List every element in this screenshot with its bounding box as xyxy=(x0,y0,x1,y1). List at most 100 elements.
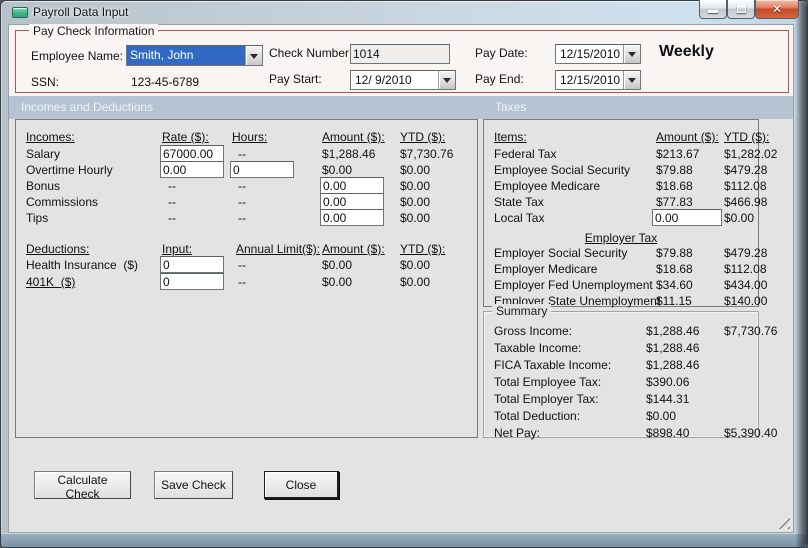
local-tax-input[interactable] xyxy=(652,209,722,226)
chevron-down-icon[interactable] xyxy=(623,45,640,63)
tax-row-label: Employer Fed Unemployment xyxy=(494,278,653,292)
net-pay-ytd: $5,390.40 xyxy=(724,426,778,440)
pay-date-datepicker[interactable]: 12/15/2010 xyxy=(555,44,641,64)
pay-end-label: Pay End: xyxy=(475,72,524,86)
tax-row-label: Local Tax xyxy=(494,211,545,225)
tips-amount-input[interactable] xyxy=(320,209,384,226)
employer-medicare-ytd: $112.08 xyxy=(724,262,767,276)
employer-state-unemployment-ytd: $140.00 xyxy=(724,294,768,308)
minimize-button[interactable] xyxy=(699,0,727,19)
health-insurance-input[interactable] xyxy=(160,256,224,273)
401k-input[interactable] xyxy=(160,273,224,290)
bonus-rate: -- xyxy=(168,179,176,193)
summary-row-label: Total Employer Tax: xyxy=(494,392,599,406)
close-check-button[interactable]: Close xyxy=(264,471,339,499)
commissions-amount-input[interactable] xyxy=(320,193,384,210)
pay-date-value: 12/15/2010 xyxy=(560,47,621,61)
commissions-rate: -- xyxy=(168,195,176,209)
section-band: Incomes and Deductions Taxes xyxy=(9,96,793,119)
overtime-hours-input[interactable] xyxy=(230,161,294,178)
maximize-button[interactable] xyxy=(727,0,755,19)
401k-ytd: $0.00 xyxy=(400,275,431,289)
chevron-down-icon[interactable] xyxy=(438,71,455,89)
calculate-check-button[interactable]: Calculate Check xyxy=(34,471,131,501)
check-number-input[interactable] xyxy=(350,44,450,64)
ssn-label: SSN: xyxy=(31,75,60,89)
resize-grip[interactable] xyxy=(777,516,790,529)
employee-name-combobox[interactable]: Smith, John xyxy=(126,45,263,66)
employer-fed-unemployment-ytd: $434.00 xyxy=(724,278,768,292)
close-button[interactable]: ✕ xyxy=(755,0,799,19)
deduction-ytd-header: YTD ($): xyxy=(400,242,446,256)
tips-rate: -- xyxy=(168,211,176,225)
employee-medicare-ytd: $112.08 xyxy=(724,179,767,193)
input-header: Input: xyxy=(162,242,193,256)
pay-start-value: 12/ 9/2010 xyxy=(355,73,412,87)
employer-fed-unemployment-amount: $34.60 xyxy=(656,278,693,292)
tax-row-label: State Tax xyxy=(494,195,544,209)
employer-tax-header: Employer Tax xyxy=(584,231,658,245)
state-tax-ytd: $466.98 xyxy=(724,195,768,209)
employee-ss-amount: $79.88 xyxy=(656,163,693,177)
pay-date-label: Pay Date: xyxy=(475,46,528,60)
summary-group-label: Summary xyxy=(492,304,552,318)
employer-medicare-amount: $18.68 xyxy=(656,262,693,276)
summary-row-label: Total Employee Tax: xyxy=(494,375,602,389)
income-row-label: Bonus xyxy=(26,179,61,193)
pay-end-value: 12/15/2010 xyxy=(560,73,621,87)
tax-row-label: Employer Medicare xyxy=(494,262,598,276)
health-insurance-limit: -- xyxy=(238,258,246,272)
total-employer-tax-amount: $144.31 xyxy=(646,392,690,406)
tips-ytd: $0.00 xyxy=(400,211,431,225)
income-row-label: Salary xyxy=(26,147,61,161)
title-bar[interactable]: Payroll Data Input xyxy=(0,0,808,24)
fica-taxable-income-amount: $1,288.46 xyxy=(646,358,700,372)
chevron-down-icon[interactable] xyxy=(245,46,262,65)
bonus-amount-input[interactable] xyxy=(320,177,384,194)
health-insurance-ytd: $0.00 xyxy=(400,258,431,272)
summary-row-label: Net Pay: xyxy=(494,426,541,440)
payroll-window: Payroll Data Input ✕ Incomes and Deducti… xyxy=(0,0,808,548)
summary-row-label: Gross Income: xyxy=(494,324,573,338)
pay-end-datepicker[interactable]: 12/15/2010 xyxy=(555,70,641,90)
income-row-label: Tips xyxy=(26,211,49,225)
salary-ytd: $7,730.76 xyxy=(400,147,454,161)
summary-row-label: Taxable Income: xyxy=(494,341,582,355)
amount-header: Amount ($): xyxy=(322,130,385,144)
taxes-section-label: Taxes xyxy=(495,100,527,114)
401k-limit: -- xyxy=(238,275,246,289)
overtime-ytd: $0.00 xyxy=(400,163,431,177)
summary-row-label: Total Deduction: xyxy=(494,409,581,423)
taxable-income-amount: $1,288.46 xyxy=(646,341,700,355)
overtime-amount: $0.00 xyxy=(322,163,353,177)
federal-tax-ytd: $1,282.02 xyxy=(724,147,778,161)
salary-amount: $1,288.46 xyxy=(322,147,376,161)
overtime-rate-input[interactable] xyxy=(160,161,224,178)
maximize-icon xyxy=(737,5,746,13)
salary-rate-input[interactable] xyxy=(160,145,224,162)
tax-row-label: Employee Medicare xyxy=(494,179,601,193)
chevron-down-icon[interactable] xyxy=(623,71,640,89)
app-icon xyxy=(12,7,28,18)
pay-start-datepicker[interactable]: 12/ 9/2010 xyxy=(350,70,456,90)
net-pay-amount: $898.40 xyxy=(646,426,690,440)
hours-header: Hours: xyxy=(232,130,268,144)
incomes-deductions-panel: Incomes: Rate ($): Hours: Amount ($): YT… xyxy=(15,119,478,438)
total-employee-tax-amount: $390.06 xyxy=(646,375,690,389)
close-icon: ✕ xyxy=(771,2,783,16)
federal-tax-amount: $213.67 xyxy=(656,147,700,161)
income-row-label: Commissions xyxy=(26,195,99,209)
tax-row-label: Employer Social Security xyxy=(494,246,628,260)
gross-income-ytd: $7,730.76 xyxy=(724,324,778,338)
taxes-panel: Items: Amount ($): YTD ($): Federal Tax … xyxy=(483,119,777,308)
rate-header: Rate ($): xyxy=(162,130,209,144)
employer-state-unemployment-amount: $11.15 xyxy=(656,294,692,308)
total-deduction-amount: $0.00 xyxy=(646,409,677,423)
health-insurance-amount: $0.00 xyxy=(322,258,353,272)
employee-name-value: Smith, John xyxy=(127,46,245,65)
state-tax-amount: $77.83 xyxy=(656,195,693,209)
ytd-header: YTD ($): xyxy=(400,130,446,144)
pay-frequency-label: Weekly xyxy=(659,43,714,60)
income-row-label: Overtime Hourly xyxy=(26,163,113,177)
save-check-button[interactable]: Save Check xyxy=(154,471,233,499)
